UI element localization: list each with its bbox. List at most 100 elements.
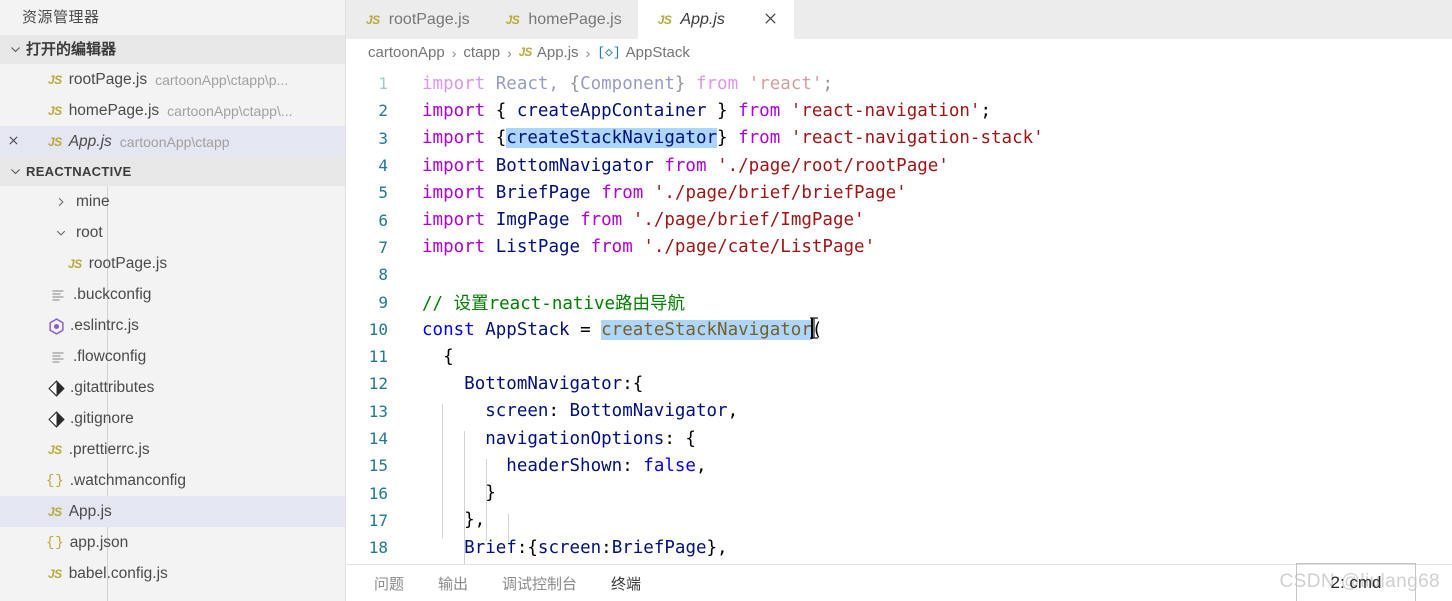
- code-line[interactable]: 14 navigationOptions: {: [346, 425, 1452, 452]
- tree-item-rootpage-js[interactable]: JS rootPage.js: [0, 248, 345, 279]
- tree-item-eslintrc-js[interactable]: .eslintrc.js: [0, 310, 345, 341]
- code-line[interactable]: 16 }: [346, 479, 1452, 506]
- code-line[interactable]: 15 headerShown: false,: [346, 452, 1452, 479]
- code-line[interactable]: 18 Brief:{screen:BriefPage},: [346, 534, 1452, 561]
- code-line-text: import BriefPage from './page/brief/brie…: [402, 183, 1452, 203]
- code-token: import: [422, 100, 486, 121]
- breadcrumb-item-cartoonapp[interactable]: cartoonApp: [368, 44, 445, 61]
- js-file-icon: JS: [48, 134, 62, 149]
- panel-tab-problems[interactable]: 问题: [374, 573, 404, 594]
- tree-item-root[interactable]: root: [0, 217, 345, 248]
- open-editor-path: cartoonApp\ctapp: [119, 133, 230, 150]
- code-line[interactable]: 8: [346, 261, 1452, 288]
- code-line[interactable]: 10 const AppStack = createStackNavigator(: [346, 316, 1452, 343]
- code-token: createAppContainer: [516, 100, 707, 121]
- line-number: 3: [378, 128, 388, 148]
- tree-item-label: .flowconfig: [73, 347, 147, 365]
- code-token: :{: [516, 537, 538, 558]
- code-line[interactable]: 7 import ListPage from './page/cate/ListP…: [346, 234, 1452, 261]
- code-token: {: [485, 100, 517, 121]
- code-token: ListPage: [495, 237, 581, 258]
- code-token: import: [422, 155, 486, 176]
- code-token: (: [811, 320, 823, 341]
- tree-item-label: mine: [76, 192, 110, 210]
- breadcrumb-item-appstack[interactable]: AppStack: [626, 44, 690, 61]
- tree-item-babel-config-js[interactable]: JS babel.config.js: [0, 558, 345, 589]
- tab-app-js[interactable]: JS App.js: [637, 0, 794, 39]
- open-editor-item-app-js[interactable]: JS App.js cartoonApp\ctapp: [0, 126, 345, 157]
- git-icon: [48, 411, 65, 428]
- code-line[interactable]: 6 import ImgPage from './page/brief/ImgPa…: [346, 206, 1452, 233]
- code-token: navigationOptions: [485, 428, 665, 449]
- code-line[interactable]: 3 import {createStackNavigator} from 'rea…: [346, 125, 1452, 152]
- tree-item-flowconfig[interactable]: .flowconfig: [0, 341, 345, 372]
- open-editor-name: App.js: [68, 132, 112, 150]
- code-token: : {: [664, 428, 696, 449]
- line-number: 7: [378, 237, 388, 257]
- code-token: :: [548, 401, 570, 422]
- open-editors-section-header[interactable]: 打开的编辑器: [0, 35, 345, 64]
- tree-item-gitattributes[interactable]: .gitattributes: [0, 372, 345, 403]
- code-line-text: Brief:{screen:BriefPage},: [402, 538, 1452, 558]
- open-editor-item[interactable]: JS rootPage.js cartoonApp\ctapp\p...: [0, 64, 345, 95]
- code-line[interactable]: 9 // 设置react-native路由导航: [346, 288, 1452, 315]
- code-line[interactable]: 12 BottomNavigator:{: [346, 370, 1452, 397]
- open-editor-item[interactable]: JS homePage.js cartoonApp\ctapp\...: [0, 95, 345, 126]
- code-token: from: [738, 128, 781, 149]
- tree-item-label: .eslintrc.js: [70, 316, 139, 334]
- tree-item-gitignore[interactable]: .gitignore: [0, 403, 345, 434]
- code-line[interactable]: 4 import BottomNavigator from './page/roo…: [346, 152, 1452, 179]
- code-line[interactable]: 17 },: [346, 507, 1452, 534]
- tab-label: homePage.js: [528, 10, 622, 28]
- project-section-header[interactable]: REACTNACTIVE: [0, 157, 345, 186]
- code-token: from: [695, 73, 739, 94]
- tree-item-mine[interactable]: mine: [0, 186, 345, 217]
- close-icon[interactable]: [0, 134, 26, 150]
- code-line[interactable]: 11 {: [346, 343, 1452, 370]
- close-icon[interactable]: [763, 11, 778, 29]
- line-number: 14: [368, 429, 388, 448]
- tab-homepage-js[interactable]: JS homePage.js: [485, 0, 638, 39]
- code-line-text: },: [402, 510, 1452, 530]
- panel-tab-debug-console[interactable]: 调试控制台: [502, 573, 577, 594]
- code-token: 'react': [748, 73, 823, 94]
- code-token: // 设置react-native路由导航: [422, 293, 686, 314]
- tree-item-buckconfig[interactable]: .buckconfig: [0, 279, 345, 310]
- breadcrumb-item-app-js[interactable]: App.js: [537, 44, 579, 61]
- code-token: './page/cate/ListPage': [643, 237, 876, 258]
- code-line[interactable]: 2 import { createAppContainer } from 'rea…: [346, 97, 1452, 124]
- terminal-selector-dropdown[interactable]: 2: cmd: [1296, 563, 1416, 601]
- tree-item-app-json[interactable]: { } app.json: [0, 527, 345, 558]
- breadcrumb-item-ctapp[interactable]: ctapp: [463, 44, 500, 61]
- tab-rootpage-js[interactable]: JS rootPage.js: [346, 0, 486, 39]
- code-line[interactable]: 5 import BriefPage from './page/brief/bri…: [346, 179, 1452, 206]
- tree-item-prettierrc-js[interactable]: JS .prettierrc.js: [0, 434, 345, 465]
- code-token: {: [422, 346, 454, 367]
- code-token: screen: [485, 401, 549, 422]
- tree-item-watchmanconfig[interactable]: { } .watchmanconfig: [0, 465, 345, 496]
- code-token: }: [706, 100, 739, 121]
- bottom-panel: 问题 输出 调试控制台 终端 CSDN @liulang68 2: cmd: [346, 563, 1452, 601]
- code-token: headerShown: [506, 455, 623, 476]
- code-line-text: import { createAppContainer } from 'reac…: [402, 101, 1452, 121]
- code-line[interactable]: 13 screen: BottomNavigator,: [346, 398, 1452, 425]
- code-token: import: [422, 128, 486, 149]
- project-label: REACTNACTIVE: [26, 164, 132, 179]
- panel-tab-terminal[interactable]: 终端: [611, 573, 641, 594]
- panel-tab-output[interactable]: 输出: [438, 573, 468, 594]
- code-token: BottomNavigator: [569, 401, 728, 422]
- code-token: import: [422, 73, 486, 94]
- code-line[interactable]: 1 import React, {Component} from 'react';: [346, 70, 1452, 97]
- code-token: AppStack: [485, 320, 570, 341]
- js-file-icon: JS: [68, 256, 82, 271]
- code-editor[interactable]: 1 import React, {Component} from 'react';…: [346, 66, 1452, 564]
- js-file-icon: JS: [518, 46, 533, 59]
- code-token: =: [569, 320, 602, 341]
- tree-item-app-js[interactable]: JS App.js: [0, 496, 345, 527]
